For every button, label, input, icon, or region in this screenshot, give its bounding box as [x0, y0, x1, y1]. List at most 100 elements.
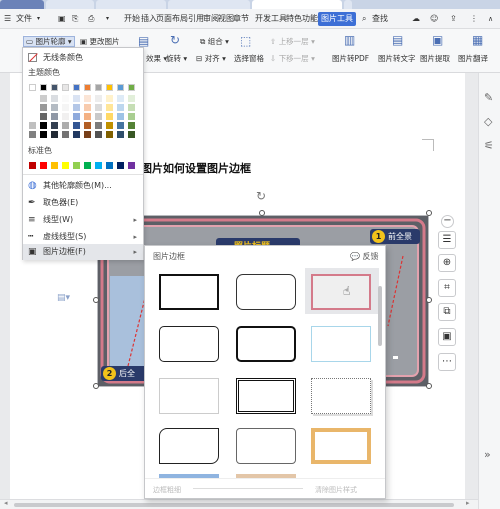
theme-color-swatch[interactable] — [128, 95, 135, 102]
resize-handle-bottom-right[interactable] — [426, 383, 432, 389]
pic-translate-button[interactable]: 图片翻译 — [458, 53, 488, 64]
cloud-icon[interactable]: ☁ — [412, 12, 420, 26]
text-recognize-icon[interactable]: ▤ — [392, 33, 403, 47]
resize-handle-top-right[interactable] — [426, 210, 432, 216]
border-style-tile[interactable] — [230, 470, 304, 478]
theme-color-swatch[interactable] — [128, 104, 135, 111]
theme-color-swatch[interactable] — [62, 131, 69, 138]
hamburger-icon[interactable]: ☰ — [4, 12, 11, 26]
border-style-tile[interactable] — [230, 422, 304, 468]
theme-color-swatch[interactable] — [84, 113, 91, 120]
theme-color-swatch[interactable] — [73, 131, 80, 138]
settings-sliders-icon[interactable]: ⚟ — [484, 139, 494, 152]
theme-color-swatch[interactable] — [29, 122, 36, 129]
standard-color-swatch[interactable] — [62, 162, 69, 169]
theme-color-swatch[interactable] — [62, 95, 69, 102]
collapse-sidebar-icon[interactable]: » — [484, 448, 491, 461]
theme-color-swatch[interactable] — [117, 95, 124, 102]
save-icon[interactable]: ▣ — [58, 12, 66, 26]
horizontal-scrollbar[interactable]: ◂ ▸ — [0, 499, 478, 509]
border-style-tile[interactable] — [305, 320, 379, 366]
menu-item-section[interactable]: 章节 — [233, 12, 249, 26]
theme-color-swatch[interactable] — [117, 131, 124, 138]
theme-color-swatch[interactable] — [51, 84, 58, 91]
theme-color-swatch[interactable] — [73, 122, 80, 129]
standard-color-swatch[interactable] — [51, 162, 58, 169]
menu-item-features[interactable]: 特色功能 — [286, 12, 318, 26]
standard-color-swatch[interactable] — [128, 162, 135, 169]
dash-style-item[interactable]: ┅ 虚线线型(S) ▸ — [23, 229, 143, 245]
tab-home[interactable] — [0, 0, 44, 9]
border-style-tile[interactable] — [153, 320, 227, 366]
more-outline-colors-item[interactable]: ◍ 其他轮廓颜色(M)... — [23, 178, 143, 194]
scroll-thumb[interactable] — [14, 503, 454, 507]
theme-color-swatch[interactable] — [84, 95, 91, 102]
crop-icon[interactable]: ⌗ — [438, 279, 456, 297]
shape-icon[interactable]: ◇ — [484, 115, 492, 128]
theme-color-swatch[interactable] — [84, 131, 91, 138]
clear-style-label[interactable]: 清除图片样式 — [315, 485, 357, 495]
border-style-tile-selected[interactable]: ☝ — [305, 268, 379, 314]
tab-doc-active[interactable] — [252, 0, 342, 9]
copy-picture-icon[interactable]: ⧉ — [438, 303, 456, 321]
print-icon[interactable]: ⎙ — [88, 12, 94, 26]
rotate-handle-icon[interactable]: ↻ — [256, 189, 266, 203]
tab-new[interactable] — [344, 0, 352, 9]
scroll-right-icon[interactable]: ▸ — [466, 499, 470, 507]
search-label[interactable]: 查找 — [372, 12, 388, 26]
menu-item-references[interactable]: 引用 — [188, 12, 204, 26]
feedback-link[interactable]: 💬 反馈 — [350, 251, 379, 262]
border-style-tile[interactable] — [305, 372, 379, 418]
standard-color-swatch[interactable] — [40, 162, 47, 169]
pic-to-pdf-button[interactable]: 图片转PDF — [332, 53, 369, 64]
menu-item-insert[interactable]: 插入 — [141, 12, 157, 26]
standard-color-swatch[interactable] — [106, 162, 113, 169]
move-down-button[interactable]: ⇩ 下移一层 ▾ — [270, 53, 315, 64]
layout-options-icon[interactable]: ☰ — [438, 231, 456, 249]
collapse-toolbar-icon[interactable]: − — [441, 215, 454, 228]
menu-item-picture-tools[interactable]: 图片工具 — [318, 12, 356, 26]
border-style-tile[interactable] — [230, 372, 304, 418]
standard-color-swatch[interactable] — [84, 162, 91, 169]
file-menu[interactable]: 文件 — [16, 12, 32, 26]
rotate-icon[interactable]: ↻ — [170, 33, 180, 47]
picture-settings-icon[interactable]: ▣ — [438, 328, 456, 346]
theme-color-swatch[interactable] — [106, 84, 113, 91]
resize-handle-right[interactable] — [426, 297, 432, 303]
more-icon[interactable]: ⋮ — [470, 12, 478, 26]
theme-color-swatch[interactable] — [62, 84, 69, 91]
theme-color-swatch[interactable] — [117, 122, 124, 129]
theme-color-swatch[interactable] — [128, 113, 135, 120]
theme-color-swatch[interactable] — [62, 113, 69, 120]
theme-color-swatch[interactable] — [84, 122, 91, 129]
chevron-down-icon[interactable]: ▾ — [37, 12, 40, 26]
theme-color-swatch[interactable] — [73, 104, 80, 111]
standard-color-swatch[interactable] — [95, 162, 102, 169]
theme-color-swatch[interactable] — [117, 113, 124, 120]
resize-handle-top[interactable] — [259, 210, 265, 216]
no-line-color-item[interactable]: 无线条颜色 — [23, 50, 143, 66]
translate-icon[interactable]: ▦ — [472, 33, 483, 47]
search-icon[interactable]: ⌕ — [362, 12, 366, 26]
export-icon[interactable]: ⎘ — [72, 12, 78, 26]
menu-item-layout[interactable]: 页面布局 — [156, 12, 188, 26]
resize-handle-left[interactable] — [93, 297, 99, 303]
theme-color-swatch[interactable] — [29, 104, 36, 111]
more-options-icon[interactable]: ⋯ — [438, 353, 456, 371]
theme-color-swatch[interactable] — [29, 95, 36, 102]
user-icon[interactable]: ☺ — [430, 12, 438, 26]
selection-pane-button[interactable]: 选择窗格 — [234, 53, 264, 64]
effects-icon[interactable]: ▤ — [138, 34, 149, 48]
theme-color-swatch[interactable] — [117, 84, 124, 91]
theme-color-swatch[interactable] — [40, 104, 47, 111]
theme-color-swatch[interactable] — [62, 122, 69, 129]
menu-item-review[interactable]: 审阅 — [203, 12, 219, 26]
theme-color-swatch[interactable] — [95, 113, 102, 120]
theme-color-swatch[interactable] — [128, 84, 135, 91]
theme-color-swatch[interactable] — [95, 95, 102, 102]
thickness-slider[interactable] — [193, 488, 303, 489]
pic-extract-button[interactable]: 图片提取 — [420, 53, 450, 64]
border-style-tile[interactable] — [153, 470, 227, 478]
theme-color-swatch[interactable] — [128, 122, 135, 129]
theme-color-swatch[interactable] — [40, 84, 47, 91]
